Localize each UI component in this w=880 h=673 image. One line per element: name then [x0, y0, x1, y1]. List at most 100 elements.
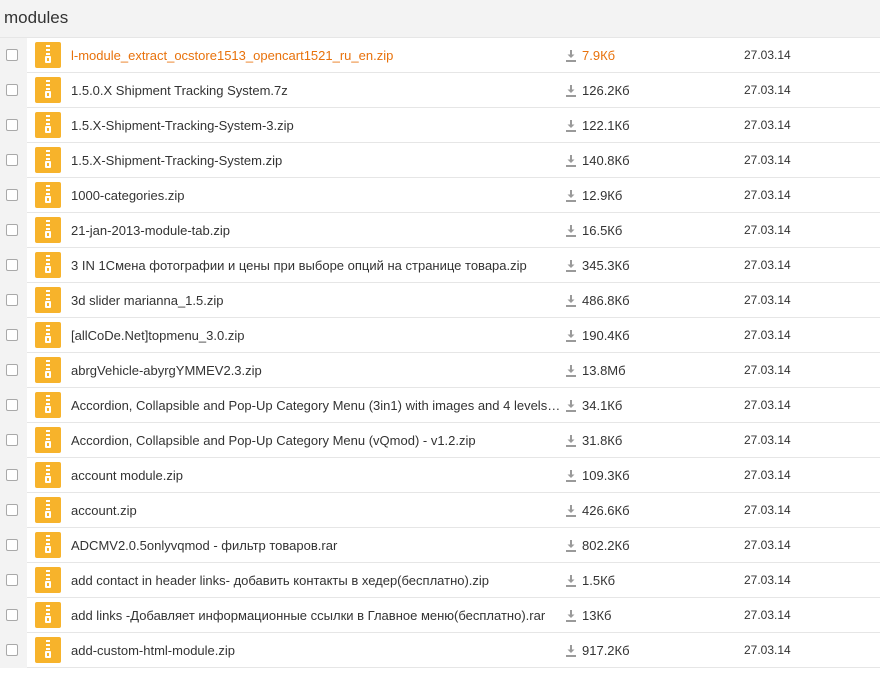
file-name[interactable]: Accordion, Collapsible and Pop-Up Catego… — [71, 388, 561, 423]
download-icon[interactable] — [566, 84, 576, 97]
file-name[interactable]: 3d slider marianna_1.5.zip — [71, 283, 561, 318]
file-date: 27.03.14 — [744, 328, 791, 342]
file-date: 27.03.14 — [744, 433, 791, 447]
zip-archive-icon — [35, 287, 61, 313]
file-row[interactable]: 1.5.X-Shipment-Tracking-System.zip 140.8К… — [0, 143, 880, 178]
zip-archive-icon — [35, 462, 61, 488]
file-row[interactable]: 3 IN 1Смена фотографии и цены при выборе… — [0, 248, 880, 283]
row-checkbox[interactable] — [6, 49, 18, 61]
download-icon[interactable] — [566, 294, 576, 307]
file-size: 31.8Кб — [582, 433, 623, 448]
row-checkbox[interactable] — [6, 539, 18, 551]
file-size: 7.9Кб — [582, 48, 616, 63]
file-name[interactable]: 1.5.X-Shipment-Tracking-System.zip — [71, 143, 561, 178]
zip-archive-icon — [35, 532, 61, 558]
file-row[interactable]: Accordion, Collapsible and Pop-Up Catego… — [0, 388, 880, 423]
file-row[interactable]: [allCoDe.Net]topmenu_3.0.zip 190.4Кб 27.03… — [0, 318, 880, 353]
row-checkbox[interactable] — [6, 434, 18, 446]
row-gutter — [0, 178, 27, 213]
row-checkbox[interactable] — [6, 84, 18, 96]
file-name[interactable]: 1.5.X-Shipment-Tracking-System-3.zip — [71, 108, 561, 143]
file-row[interactable]: ADCMV2.0.5onlyvqmod - фильтр товаров.rar… — [0, 528, 880, 563]
download-icon[interactable] — [566, 539, 576, 552]
row-checkbox[interactable] — [6, 119, 18, 131]
download-icon[interactable] — [566, 364, 576, 377]
download-icon[interactable] — [566, 224, 576, 237]
row-checkbox[interactable] — [6, 364, 18, 376]
row-checkbox[interactable] — [6, 609, 18, 621]
file-date: 27.03.14 — [744, 398, 791, 412]
file-row[interactable]: account module.zip 109.3Кб 27.03.14 — [0, 458, 880, 493]
zip-archive-icon — [35, 322, 61, 348]
file-row[interactable]: 1.5.0.X Shipment Tracking System.7z 126.2… — [0, 73, 880, 108]
download-icon[interactable] — [566, 154, 576, 167]
file-name[interactable]: account module.zip — [71, 458, 561, 493]
download-icon[interactable] — [566, 329, 576, 342]
file-date: 27.03.14 — [744, 293, 791, 307]
file-name[interactable]: [allCoDe.Net]topmenu_3.0.zip — [71, 318, 561, 353]
download-icon[interactable] — [566, 574, 576, 587]
file-name[interactable]: l-module_extract_ocstore1513_opencart152… — [71, 38, 561, 73]
file-row[interactable]: 3d slider marianna_1.5.zip 486.8Кб 27.03.1… — [0, 283, 880, 318]
file-row[interactable]: Accordion, Collapsible and Pop-Up Catego… — [0, 423, 880, 458]
file-name[interactable]: Accordion, Collapsible and Pop-Up Catego… — [71, 423, 561, 458]
file-row[interactable]: abrgVehicle-abyrgYMMEV2.3.zip 13.8Мб 27.03… — [0, 353, 880, 388]
file-row[interactable]: 1.5.X-Shipment-Tracking-System-3.zip 122.… — [0, 108, 880, 143]
file-date: 27.03.14 — [744, 468, 791, 482]
row-checkbox[interactable] — [6, 399, 18, 411]
row-checkbox[interactable] — [6, 644, 18, 656]
download-icon[interactable] — [566, 434, 576, 447]
row-checkbox[interactable] — [6, 504, 18, 516]
download-icon[interactable] — [566, 644, 576, 657]
row-checkbox[interactable] — [6, 469, 18, 481]
row-checkbox[interactable] — [6, 224, 18, 236]
download-icon[interactable] — [566, 119, 576, 132]
file-name[interactable]: add links -Добавляет информационные ссыл… — [71, 598, 561, 633]
row-checkbox[interactable] — [6, 329, 18, 341]
row-checkbox[interactable] — [6, 189, 18, 201]
file-name[interactable]: add contact in header links- добавить ко… — [71, 563, 561, 598]
file-date: 27.03.14 — [744, 48, 791, 62]
row-gutter — [0, 563, 27, 598]
row-checkbox[interactable] — [6, 574, 18, 586]
row-gutter — [0, 458, 27, 493]
file-name[interactable]: 1.5.0.X Shipment Tracking System.7z — [71, 73, 561, 108]
file-row[interactable]: add-custom-html-module.zip 917.2Кб 27.03.1… — [0, 633, 880, 668]
file-size: 802.2Кб — [582, 538, 630, 553]
zip-archive-icon — [35, 392, 61, 418]
file-date: 27.03.14 — [744, 223, 791, 237]
zip-archive-icon — [35, 602, 61, 628]
download-icon[interactable] — [566, 609, 576, 622]
download-icon[interactable] — [566, 189, 576, 202]
download-icon[interactable] — [566, 259, 576, 272]
file-row[interactable]: add contact in header links- добавить ко… — [0, 563, 880, 598]
file-name[interactable]: account.zip — [71, 493, 561, 528]
file-date: 27.03.14 — [744, 153, 791, 167]
download-icon[interactable] — [566, 504, 576, 517]
folder-title: modules — [4, 8, 69, 27]
download-icon[interactable] — [566, 49, 576, 62]
row-gutter — [0, 388, 27, 423]
file-name[interactable]: 1000-categories.zip — [71, 178, 561, 213]
file-name[interactable]: add-custom-html-module.zip — [71, 633, 561, 668]
row-checkbox[interactable] — [6, 259, 18, 271]
file-row[interactable]: add links -Добавляет информационные ссыл… — [0, 598, 880, 633]
file-name[interactable]: 21-jan-2013-module-tab.zip — [71, 213, 561, 248]
file-name[interactable]: abrgVehicle-abyrgYMMEV2.3.zip — [71, 353, 561, 388]
file-size: 13Кб — [582, 608, 612, 623]
row-checkbox[interactable] — [6, 154, 18, 166]
file-row[interactable]: account.zip 426.6Кб 27.03.14 — [0, 493, 880, 528]
file-row[interactable]: l-module_extract_ocstore1513_opencart152… — [0, 38, 880, 73]
download-icon[interactable] — [566, 399, 576, 412]
file-size: 16.5Кб — [582, 223, 623, 238]
file-row[interactable]: 21-jan-2013-module-tab.zip 16.5Кб 27.03.14 — [0, 213, 880, 248]
file-row[interactable]: 1000-categories.zip 12.9Кб 27.03.14 — [0, 178, 880, 213]
row-gutter — [0, 598, 27, 633]
row-checkbox[interactable] — [6, 294, 18, 306]
file-name[interactable]: ADCMV2.0.5onlyvqmod - фильтр товаров.rar — [71, 528, 561, 563]
download-icon[interactable] — [566, 469, 576, 482]
row-gutter — [0, 213, 27, 248]
file-size: 1.5Кб — [582, 573, 616, 588]
zip-archive-icon — [35, 637, 61, 663]
file-name[interactable]: 3 IN 1Смена фотографии и цены при выборе… — [71, 248, 561, 283]
